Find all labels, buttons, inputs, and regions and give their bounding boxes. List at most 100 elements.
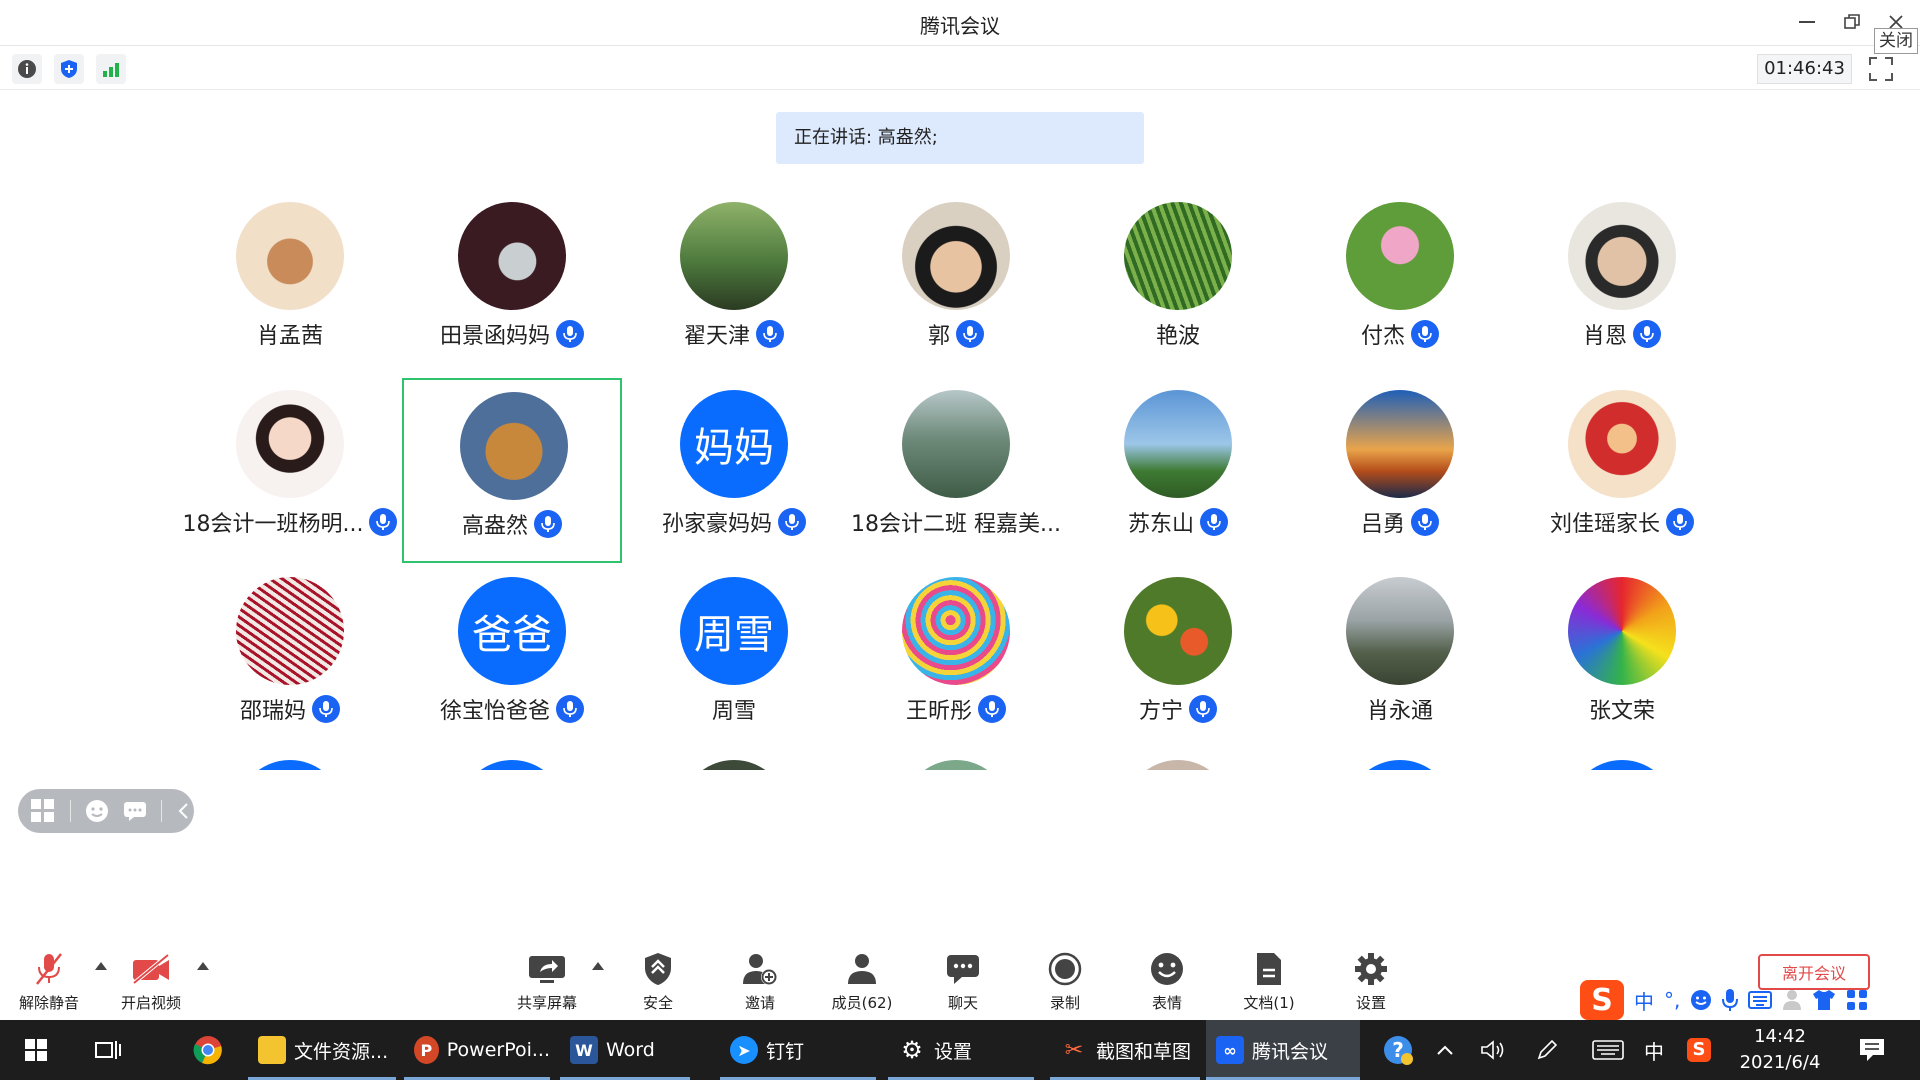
participant-tile[interactable]: 郭 (846, 190, 1066, 375)
tray-ime-language[interactable]: 中 (1640, 1020, 1668, 1080)
participant-tile[interactable]: 18会计二班 程嘉美... (846, 378, 1066, 563)
mic-on-icon (1666, 508, 1694, 536)
participant-tile[interactable]: 刘佳瑶家长 (1512, 378, 1732, 563)
rainbow-rose-photo (1568, 577, 1676, 685)
unmute-label: 解除静音 (18, 994, 79, 1012)
taskbar-tencent-meeting[interactable]: ∞ 腾讯会议 (1206, 1020, 1360, 1080)
participant-tile[interactable]: 妈妈 孙家豪妈妈 (624, 378, 844, 563)
mic-on-icon (978, 695, 1006, 723)
toolbox-grid-icon[interactable] (1846, 989, 1868, 1011)
taskbar-snip-sketch[interactable]: ✂ 截图和草图 (1050, 1020, 1200, 1080)
participant-tile[interactable]: 方宁 (1068, 565, 1288, 750)
participant-name-row: 肖孟茜 (180, 318, 400, 350)
keyboard-icon[interactable] (1748, 991, 1773, 1009)
speaker-icon (1481, 1040, 1504, 1060)
mic-on-icon (1411, 320, 1439, 348)
help-tray-button[interactable]: ? (1378, 1020, 1418, 1080)
video-off-icon (132, 954, 170, 984)
restore-button[interactable] (1838, 8, 1866, 36)
share-options-caret[interactable] (592, 962, 604, 970)
participant-tile[interactable]: 爸爸 徐宝怡爸爸 (402, 565, 622, 750)
participant-name-row: 徐宝怡爸爸 (402, 693, 622, 725)
avatar: 周雪 (680, 577, 788, 685)
volume-button[interactable] (1476, 1020, 1510, 1080)
taskbar-settings[interactable]: ⚙ 设置 (888, 1020, 1034, 1080)
taskbar-word[interactable]: W Word (560, 1020, 690, 1080)
chevron-up-icon (1437, 1045, 1453, 1055)
user-icon[interactable] (1782, 989, 1802, 1011)
invite-label: 邀请 (744, 994, 775, 1012)
collapse-chevron-icon[interactable] (176, 802, 190, 820)
docs-button[interactable]: 文档(1) (1224, 948, 1314, 1013)
participant-tile[interactable]: 吕勇 (1290, 378, 1510, 563)
participant-tile[interactable]: 艳波 (1068, 190, 1288, 375)
security-button[interactable]: 安全 (613, 948, 703, 1013)
invite-button[interactable]: 邀请 (715, 948, 805, 1013)
network-button[interactable] (96, 54, 126, 84)
task-view-button[interactable] (88, 1020, 128, 1080)
emoji-icon[interactable] (1690, 989, 1712, 1011)
share-screen-button[interactable]: 共享屏幕 (502, 948, 592, 1013)
info-button[interactable] (12, 54, 42, 84)
voice-input-icon[interactable] (1722, 988, 1739, 1012)
chat-bubble-icon[interactable] (123, 800, 147, 822)
participant-tile[interactable]: 肖孟茜 (180, 190, 400, 375)
participant-tile[interactable]: 张文荣 (1512, 565, 1732, 750)
touch-keyboard-button[interactable] (1588, 1020, 1628, 1080)
participant-name-row: 肖永通 (1290, 693, 1510, 725)
jade-pendant-photo (458, 202, 566, 310)
participant-tile[interactable]: 高盎然 (402, 378, 622, 563)
emoji-icon[interactable] (85, 799, 109, 823)
ime-punctuation[interactable]: °, (1664, 988, 1680, 1012)
settings-button[interactable]: 设置 (1326, 948, 1416, 1013)
minimize-button[interactable] (1793, 8, 1821, 36)
title-bar: 腾讯会议 关闭 (0, 0, 1920, 54)
participant-tile[interactable]: 王昕彤 (846, 565, 1066, 750)
participant-name-row: 邵瑞妈 (180, 693, 400, 725)
partial-avatar (680, 760, 788, 770)
participant-tile[interactable]: 周雪 周雪 (624, 565, 844, 750)
record-button[interactable]: 录制 (1020, 948, 1110, 1013)
mic-on-icon (756, 320, 784, 348)
video-options-caret[interactable] (197, 962, 209, 970)
members-button[interactable]: 成员(62) (817, 948, 907, 1013)
participant-tile[interactable]: 田景函妈妈 (402, 190, 622, 375)
notification-center-button[interactable] (1850, 1020, 1894, 1080)
mic-on-icon (556, 320, 584, 348)
participant-tile[interactable]: 肖恩 (1512, 190, 1732, 375)
participant-tile[interactable]: 18会计一班杨明... (180, 378, 400, 563)
partial-avatar (458, 760, 566, 770)
taskbar-powerpoint[interactable]: P PowerPoi... (404, 1020, 550, 1080)
taskbar-file-explorer[interactable]: 文件资源... (248, 1020, 396, 1080)
unmute-button[interactable]: 解除静音 (4, 948, 94, 1013)
participant-tile[interactable]: 邵瑞妈 (180, 565, 400, 750)
participant-tile[interactable]: 苏东山 (1068, 378, 1288, 563)
participant-tile[interactable]: 肖永通 (1290, 565, 1510, 750)
taskbar-label: 腾讯会议 (1252, 1040, 1329, 1063)
chrome-button[interactable] (188, 1020, 228, 1080)
participant-name: 18会计一班杨明... (182, 512, 364, 537)
start-button[interactable] (14, 1020, 58, 1080)
security-label: 安全 (642, 994, 673, 1012)
participant-tile[interactable]: 翟天津 (624, 190, 844, 375)
gallery-layout-icon[interactable] (30, 798, 56, 824)
participant-name-row: 苏东山 (1068, 506, 1288, 538)
taskbar-dingtalk[interactable]: ➤ 钉钉 (720, 1020, 876, 1080)
audio-options-caret[interactable] (95, 962, 107, 970)
child-photo (902, 202, 1010, 310)
windows-logo-icon (25, 1039, 47, 1061)
sogou-logo-icon[interactable]: S (1580, 980, 1624, 1020)
chat-button[interactable]: 聊天 (918, 948, 1008, 1013)
tray-overflow-button[interactable] (1430, 1020, 1460, 1080)
skin-shirt-icon[interactable] (1812, 989, 1836, 1011)
sogou-tray-button[interactable]: S (1684, 1020, 1714, 1080)
participant-tile[interactable]: 付杰 (1290, 190, 1510, 375)
emoji-button[interactable]: 表情 (1122, 948, 1212, 1013)
system-clock[interactable]: 14:42 2021/6/4 (1715, 1024, 1845, 1076)
security-info-button[interactable] (54, 54, 84, 84)
opera-house-photo (902, 390, 1010, 498)
start-video-button[interactable]: 开启视频 (106, 948, 196, 1013)
pen-button[interactable] (1530, 1020, 1564, 1080)
ime-language[interactable]: 中 (1634, 986, 1654, 1015)
fullscreen-icon[interactable] (1868, 56, 1894, 82)
